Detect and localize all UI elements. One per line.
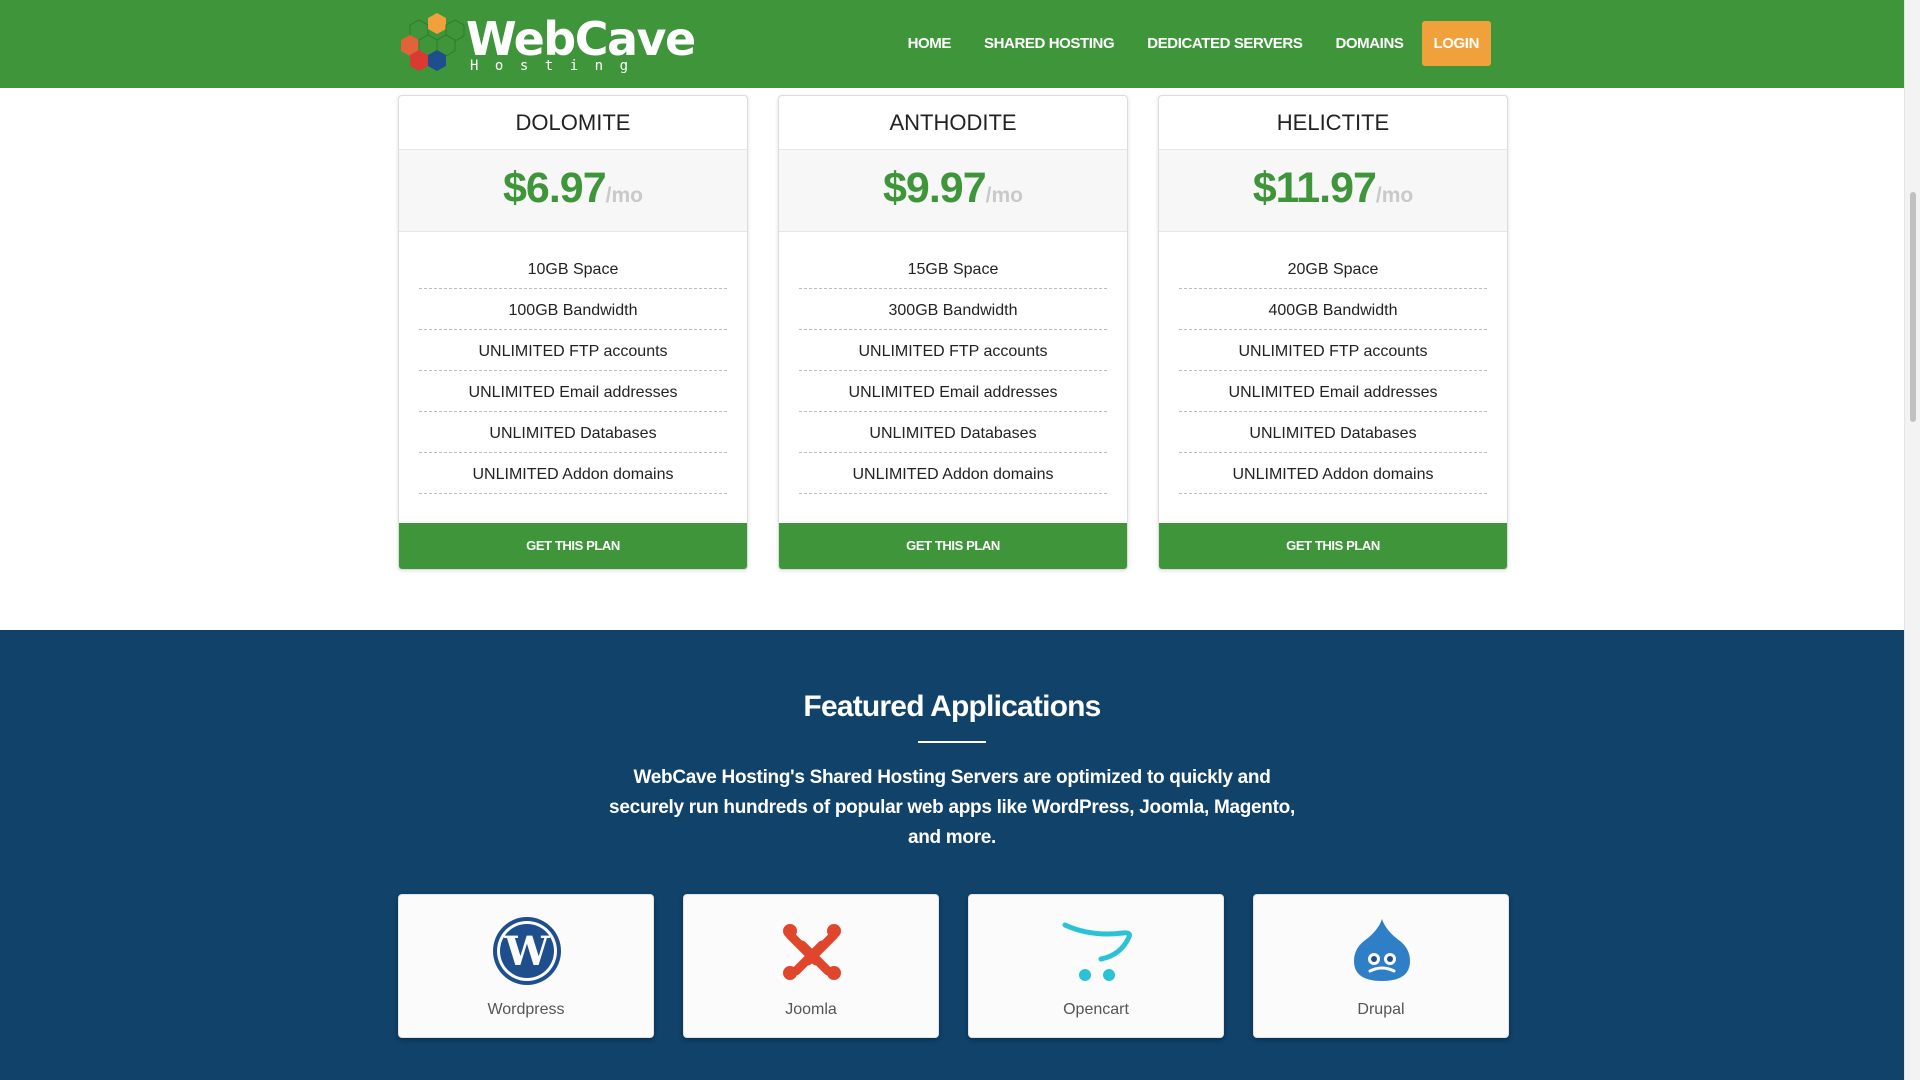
feature-item: UNLIMITED Databases [1179,412,1487,453]
logo-wordmark: WebCave [466,12,696,66]
plan-card-dolomite: DOLOMITE $6.97/mo 10GB Space 100GB Bandw… [398,95,748,570]
opencart-icon [1062,922,1132,981]
price-period: /mo [985,184,1023,207]
feature-item: UNLIMITED Email addresses [419,371,727,412]
app-card-wordpress[interactable]: W Wordpress [398,894,654,1038]
webcave-logo[interactable]: WebCave Hosting [398,12,696,78]
plan-price: $11.97/mo [1159,150,1507,232]
app-label: Opencart [1063,1001,1129,1018]
get-plan-button[interactable]: GET THIS PLAN [1159,523,1507,569]
page-scrollbar[interactable] [1904,0,1920,1080]
app-label: Drupal [1357,1001,1405,1018]
svg-text:W: W [504,928,551,975]
nav-shared-hosting[interactable]: SHARED HOSTING [984,22,1115,66]
feature-item: 15GB Space [799,248,1107,289]
section-description: WebCave Hosting's Shared Hosting Servers… [609,767,1295,848]
feature-item: UNLIMITED Email addresses [799,371,1107,412]
feature-list: 10GB Space 100GB Bandwidth UNLIMITED FTP… [419,248,727,494]
nav-domains[interactable]: DOMAINS [1335,22,1403,66]
app-card-opencart[interactable]: Opencart [968,894,1224,1038]
site-header: WebCave Hosting HOME SHARED HOSTING DEDI… [0,0,1904,88]
price-amount: $11.97 [1252,164,1377,212]
pricing-section: DOLOMITE $6.97/mo 10GB Space 100GB Bandw… [0,88,1904,630]
plan-price: $6.97/mo [399,150,747,232]
plan-price: $9.97/mo [779,150,1127,232]
feature-item: UNLIMITED FTP accounts [419,330,727,371]
featured-applications-section: Featured Applications WebCave Hosting's … [0,630,1904,1080]
feature-item: UNLIMITED FTP accounts [1179,330,1487,371]
app-card-joomla[interactable]: Joomla [683,894,939,1038]
feature-item: UNLIMITED Databases [799,412,1107,453]
feature-item: 20GB Space [1179,248,1487,289]
plan-card-helictite: HELICTITE $11.97/mo 20GB Space 400GB Ban… [1158,95,1508,570]
get-plan-button[interactable]: GET THIS PLAN [399,523,747,569]
feature-list: 15GB Space 300GB Bandwidth UNLIMITED FTP… [799,248,1107,494]
price-amount: $6.97 [503,164,607,212]
logo-tagline: Hosting [470,58,645,74]
feature-item: 10GB Space [419,248,727,289]
feature-item: UNLIMITED Addon domains [799,453,1107,494]
feature-item: 400GB Bandwidth [1179,289,1487,330]
price-amount: $9.97 [883,164,987,212]
login-button[interactable]: LOGIN [1421,21,1491,66]
feature-item: UNLIMITED Email addresses [1179,371,1487,412]
main-nav: HOME SHARED HOSTING DEDICATED SERVERS DO… [875,21,1491,66]
nav-dedicated-servers[interactable]: DEDICATED SERVERS [1147,22,1303,66]
app-card-drupal[interactable]: Drupal [1253,894,1509,1038]
scrollbar-thumb[interactable] [1910,192,1916,422]
feature-item: UNLIMITED Addon domains [419,453,727,494]
nav-home[interactable]: HOME [908,22,952,66]
wordpress-icon: W [493,917,561,985]
plan-name: ANTHODITE [779,96,1127,150]
plan-name: HELICTITE [1159,96,1507,150]
feature-item: UNLIMITED Databases [419,412,727,453]
feature-item: 300GB Bandwidth [799,289,1107,330]
joomla-icon [783,924,841,980]
price-period: /mo [605,184,643,207]
hexagon-logo-icon [401,13,465,71]
section-title: Featured Applications [803,690,1101,723]
feature-item: 100GB Bandwidth [419,289,727,330]
feature-list: 20GB Space 400GB Bandwidth UNLIMITED FTP… [1179,248,1487,494]
price-period: /mo [1375,184,1414,207]
get-plan-button[interactable]: GET THIS PLAN [779,523,1127,569]
plan-name: DOLOMITE [399,96,747,150]
plan-card-anthodite: ANTHODITE $9.97/mo 15GB Space 300GB Band… [778,95,1128,570]
feature-item: UNLIMITED Addon domains [1179,453,1487,494]
title-divider [918,741,986,743]
app-label: Joomla [785,1001,837,1018]
drupal-icon [1354,919,1410,981]
feature-item: UNLIMITED FTP accounts [799,330,1107,371]
app-label: Wordpress [487,1001,565,1018]
